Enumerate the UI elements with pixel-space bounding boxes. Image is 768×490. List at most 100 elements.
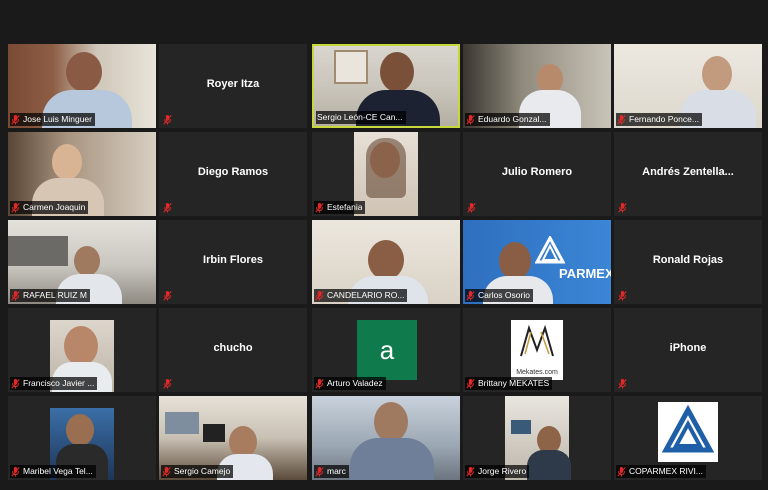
- participant-tile[interactable]: iPhone: [614, 308, 762, 392]
- mic-muted-icon: [618, 379, 627, 389]
- person-shirt: [527, 450, 571, 480]
- mic-muted-icon: [466, 114, 475, 125]
- mic-muted-icon: [466, 290, 475, 301]
- participant-name: Andrés Zentella...: [642, 166, 734, 178]
- mic-muted-icon: [163, 379, 172, 389]
- mic-muted-icon: [11, 202, 20, 213]
- participant-tile[interactable]: a Arturo Valadez: [312, 308, 460, 392]
- participant-tile[interactable]: Diego Ramos: [159, 132, 307, 216]
- person-silhouette: [374, 402, 408, 442]
- participant-tile[interactable]: Julio Romero: [463, 132, 611, 216]
- mic-muted-icon: [315, 290, 324, 301]
- participant-name: iPhone: [669, 342, 707, 354]
- participant-name-label: Estefania: [314, 201, 366, 214]
- participant-name-label: marc: [314, 465, 349, 478]
- participant-name-label: Jose Luis Minguer: [10, 113, 95, 126]
- participant-tile[interactable]: Royer Itza: [159, 44, 307, 128]
- participant-tile[interactable]: Jose Luis Minguer: [8, 44, 156, 128]
- participant-name: Ronald Rojas: [652, 254, 724, 266]
- gallery-grid: Jose Luis Minguer Royer Itza Sergio León…: [8, 44, 762, 484]
- participant-name-label: Arturo Valadez: [314, 377, 386, 390]
- participant-name-label: Maribel Vega Tel...: [10, 465, 96, 478]
- mekates-logo-icon: [520, 324, 554, 357]
- mic-muted-icon: [315, 378, 324, 389]
- mic-muted-icon: [162, 466, 171, 477]
- mic-muted-icon: [617, 114, 626, 125]
- participant-tile[interactable]: Fernando Ponce...: [614, 44, 762, 128]
- mic-muted-icon: [315, 466, 324, 477]
- participant-tile[interactable]: Andrés Zentella...: [614, 132, 762, 216]
- person-silhouette: [368, 240, 404, 280]
- participant-name-label: Carmen Joaquin: [10, 201, 89, 214]
- mic-muted-icon: [466, 378, 475, 389]
- participant-tile[interactable]: Eduardo Gonzal...: [463, 44, 611, 128]
- person-silhouette: [702, 56, 732, 92]
- mic-muted-icon: [163, 203, 172, 213]
- participant-name-label: Carlos Osorio: [465, 289, 533, 302]
- mic-muted-icon: [315, 202, 324, 213]
- mic-muted-icon: [467, 203, 476, 213]
- person-silhouette: [499, 242, 531, 280]
- person-hair: [366, 138, 406, 198]
- person-silhouette: [74, 246, 100, 276]
- participant-name-label: RAFAEL RUIZ M: [10, 289, 90, 302]
- participant-name: Royer Itza: [206, 78, 260, 90]
- mic-muted-icon: [163, 291, 172, 301]
- person-silhouette: [52, 144, 82, 180]
- mic-muted-icon: [11, 290, 20, 301]
- participant-tile[interactable]: Sergio Camejo: [159, 396, 307, 480]
- monitor: [203, 424, 225, 442]
- coparmex-logo-icon: [661, 404, 715, 453]
- participant-tile[interactable]: RAFAEL RUIZ M: [8, 220, 156, 304]
- avatar: a: [357, 320, 417, 380]
- participant-name-label: CANDELARIO RO...: [314, 289, 408, 302]
- participant-name-label: COPARMEX RIVI...: [616, 465, 706, 478]
- shelf: [165, 412, 199, 434]
- person-silhouette: [64, 326, 98, 366]
- participant-tile[interactable]: CANDELARIO RO...: [312, 220, 460, 304]
- person-silhouette: [66, 414, 94, 446]
- participant-tile[interactable]: Estefania: [312, 132, 460, 216]
- person-silhouette: [380, 52, 414, 92]
- mic-muted-icon: [618, 203, 627, 213]
- picture-frame: [334, 50, 368, 84]
- mic-muted-icon: [11, 466, 20, 477]
- participant-tile[interactable]: Carmen Joaquin: [8, 132, 156, 216]
- participant-tile[interactable]: Maribel Vega Tel...: [8, 396, 156, 480]
- participant-tile[interactable]: Ronald Rojas: [614, 220, 762, 304]
- participant-tile[interactable]: Irbin Flores: [159, 220, 307, 304]
- participant-name-label: Eduardo Gonzal...: [465, 113, 550, 126]
- participant-name-label: Fernando Ponce...: [616, 113, 702, 126]
- participant-name: Julio Romero: [501, 166, 573, 178]
- participant-tile[interactable]: Jorge Rivero: [463, 396, 611, 480]
- person-shirt: [350, 438, 434, 480]
- mic-muted-icon: [466, 466, 475, 477]
- participant-name: chucho: [213, 342, 253, 354]
- participant-tile[interactable]: Mekates.com Brittany MEKATES: [463, 308, 611, 392]
- mic-muted-icon: [618, 291, 627, 301]
- background-text: PARMEX: [559, 266, 611, 281]
- mic-muted-icon: [617, 466, 626, 477]
- mic-muted-icon: [11, 114, 20, 125]
- coparmex-logo-icon: [535, 236, 565, 264]
- participant-name: Diego Ramos: [197, 166, 269, 178]
- participant-tile[interactable]: Francisco Javier ...: [8, 308, 156, 392]
- profile-logo: Mekates.com: [511, 320, 563, 380]
- participant-name-label: Sergio Camejo: [161, 465, 234, 478]
- logo-caption: Mekates.com: [516, 369, 558, 376]
- participant-name-label: Brittany MEKATES: [465, 377, 553, 390]
- participant-tile-active-speaker[interactable]: Sergio León-CE Can...: [312, 44, 460, 128]
- participant-name-label: Francisco Javier ...: [10, 377, 98, 390]
- profile-logo: [658, 402, 718, 462]
- participant-name-label: Jorge Rivero: [465, 465, 530, 478]
- participant-tile[interactable]: COPARMEX RIVI...: [614, 396, 762, 480]
- mic-muted-icon: [163, 115, 172, 125]
- mic-muted-icon: [11, 378, 20, 389]
- participant-tile[interactable]: PARMEX Carlos Osorio: [463, 220, 611, 304]
- shelf: [8, 236, 68, 266]
- monitor: [511, 420, 531, 434]
- participant-name: Irbin Flores: [203, 254, 263, 266]
- participant-tile[interactable]: chucho: [159, 308, 307, 392]
- participant-tile[interactable]: marc: [312, 396, 460, 480]
- participant-name-label: Sergio León-CE Can...: [316, 111, 406, 124]
